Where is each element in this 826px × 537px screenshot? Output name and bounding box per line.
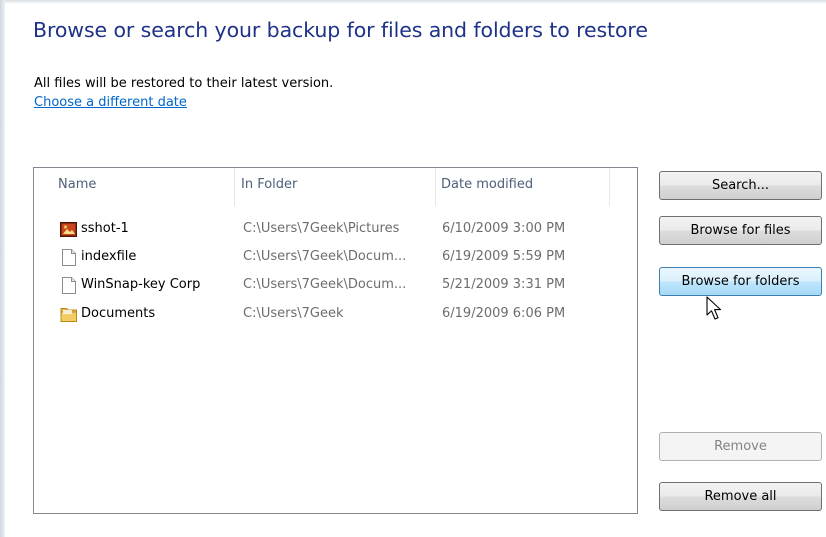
file-date-modified: 6/19/2009 6:06 PM (442, 306, 566, 321)
document-file-icon (62, 249, 76, 266)
list-item[interactable]: sshot-1 C:\Users\7Geek\Pictures 6/10/200… (34, 219, 637, 241)
browse-for-files-button[interactable]: Browse for files (659, 216, 822, 245)
remove-all-button[interactable]: Remove all (659, 482, 822, 511)
search-button[interactable]: Search... (659, 171, 822, 200)
file-folder: C:\Users\7Geek\Pictures (243, 221, 400, 236)
list-header: Name In Folder Date modified (34, 168, 637, 206)
column-header-name[interactable]: Name (58, 177, 96, 192)
column-divider[interactable] (435, 168, 436, 206)
remove-button: Remove (659, 432, 822, 461)
file-name: Documents (81, 306, 156, 321)
file-date-modified: 5/21/2009 3:31 PM (442, 277, 566, 292)
restore-info-text: All files will be restored to their late… (34, 76, 334, 91)
file-date-modified: 6/19/2009 5:59 PM (442, 249, 566, 264)
document-file-icon (62, 277, 76, 294)
choose-different-date-link[interactable]: Choose a different date (34, 95, 187, 110)
mouse-pointer-icon (706, 296, 722, 320)
file-name: indexfile (81, 249, 137, 264)
restore-file-list[interactable]: Name In Folder Date modified sshot-1 C:\… (33, 167, 638, 514)
list-item[interactable]: Documents C:\Users\7Geek 6/19/2009 6:06 … (34, 304, 637, 326)
window-left-edge (0, 0, 5, 537)
column-header-date-modified[interactable]: Date modified (441, 177, 533, 192)
file-name: WinSnap-key Corp (81, 277, 201, 292)
column-divider[interactable] (609, 168, 610, 206)
file-folder: C:\Users\7Geek (243, 306, 344, 321)
column-header-in-folder[interactable]: In Folder (241, 177, 297, 192)
folder-icon (60, 308, 77, 322)
image-file-icon (60, 222, 77, 237)
list-item[interactable]: WinSnap-key Corp C:\Users\7Geek\Docum...… (34, 275, 637, 297)
page-title: Browse or search your backup for files a… (33, 18, 648, 42)
file-folder: C:\Users\7Geek\Docum... (243, 277, 407, 292)
list-item[interactable]: indexfile C:\Users\7Geek\Docum... 6/19/2… (34, 247, 637, 269)
browse-for-folders-button[interactable]: Browse for folders (659, 267, 822, 296)
file-date-modified: 6/10/2009 3:00 PM (442, 221, 566, 236)
window-top-edge (0, 0, 826, 4)
file-folder: C:\Users\7Geek\Docum... (243, 249, 407, 264)
column-divider[interactable] (234, 168, 235, 206)
file-name: sshot-1 (81, 221, 129, 236)
